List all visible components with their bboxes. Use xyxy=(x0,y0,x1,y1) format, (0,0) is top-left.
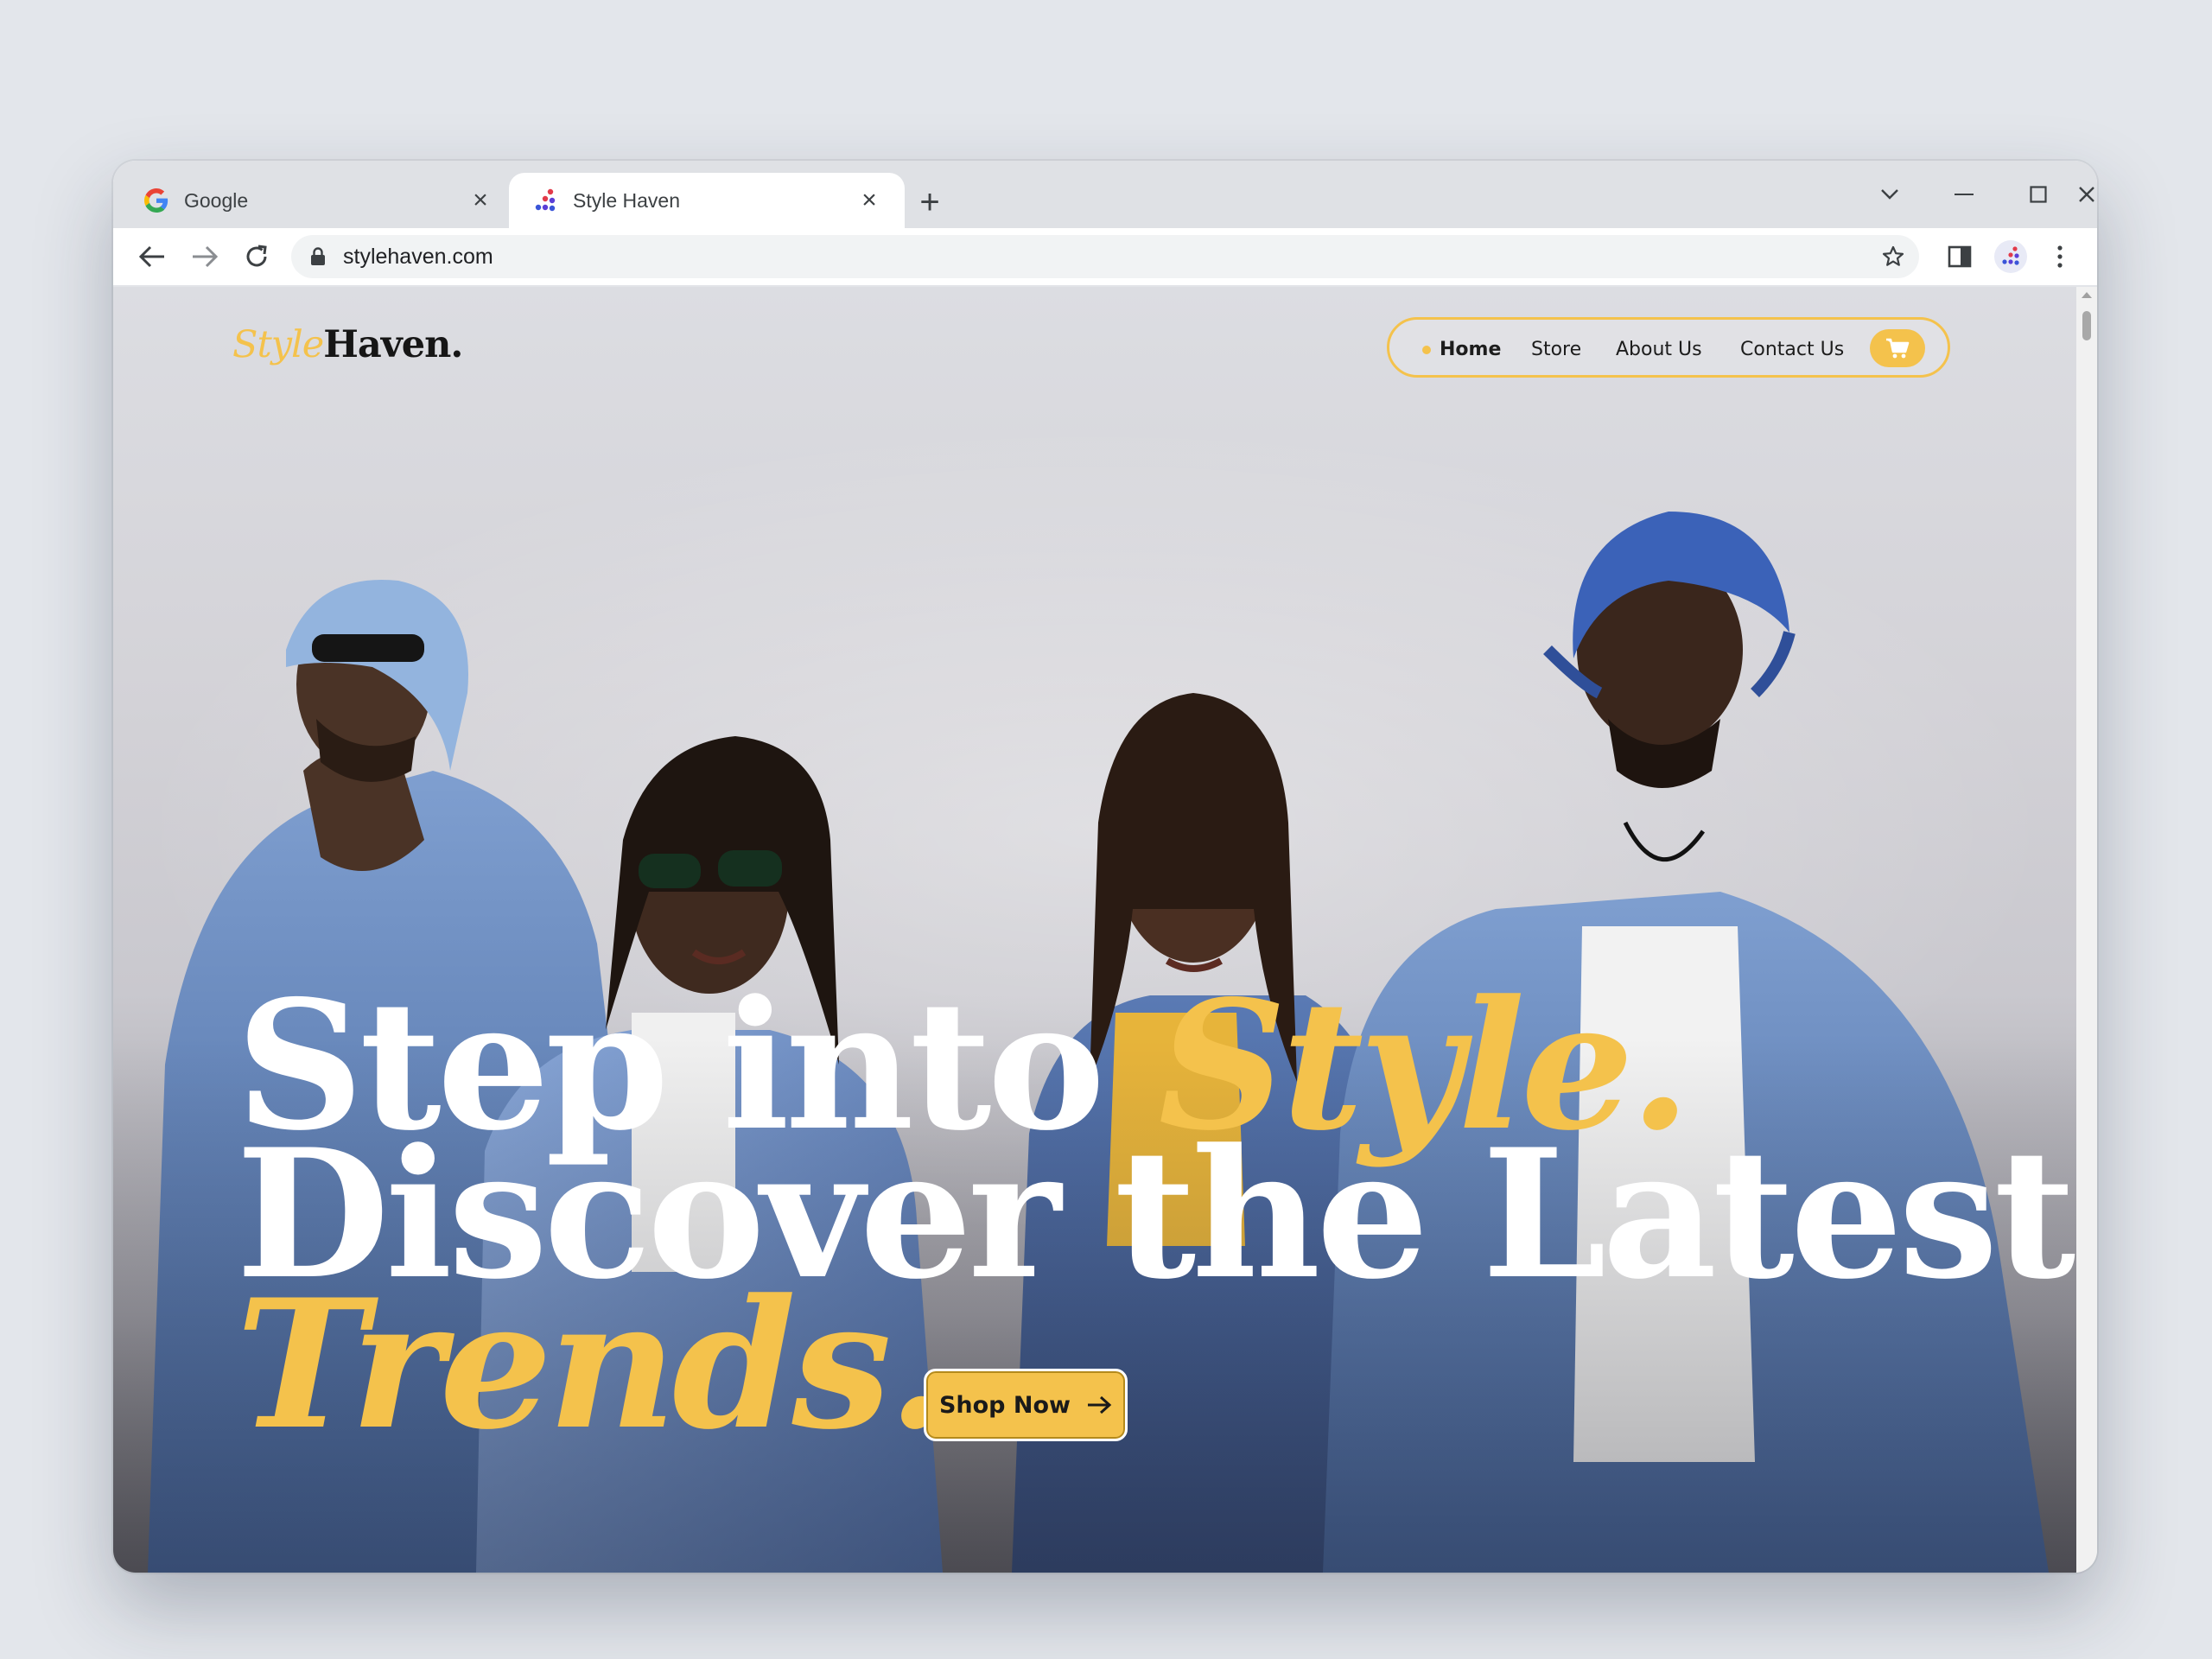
nav-contact-us[interactable]: Contact Us xyxy=(1740,339,1844,360)
browser-toolbar: stylehaven.com xyxy=(113,228,2097,287)
logo-style-text: Style xyxy=(232,323,324,366)
shop-now-label: Shop Now xyxy=(938,1391,1071,1419)
bookmark-star-icon[interactable] xyxy=(1881,245,1905,269)
browser-window: Google × Style Haven × + stylehaven.com … xyxy=(113,161,2097,1573)
back-arrow-icon[interactable] xyxy=(130,235,174,278)
site-logo[interactable]: StyleHaven. xyxy=(232,323,463,366)
close-tab-icon[interactable]: × xyxy=(467,186,493,214)
tab-title: Style Haven xyxy=(573,188,681,212)
tab-google[interactable]: Google × xyxy=(120,173,516,228)
active-indicator-dot xyxy=(1422,346,1431,354)
tab-search-chevron-icon[interactable] xyxy=(1855,173,1924,216)
shopping-cart-icon xyxy=(1886,338,1910,359)
google-g-icon xyxy=(143,187,170,214)
style-haven-dots-icon xyxy=(531,187,559,214)
nav-home[interactable]: Home xyxy=(1440,339,1501,360)
nav-store[interactable]: Store xyxy=(1531,339,1581,360)
minimize-icon[interactable] xyxy=(1929,173,1999,216)
more-menu-icon[interactable] xyxy=(2038,235,2082,278)
lock-icon xyxy=(308,245,327,268)
logo-haven-text: Haven. xyxy=(323,323,463,366)
shop-now-button[interactable]: Shop Now xyxy=(924,1369,1128,1441)
scrollbar-thumb[interactable] xyxy=(2082,311,2091,340)
hero-trends-word: Trends. xyxy=(236,1262,949,1469)
tab-strip: Google × Style Haven × + xyxy=(113,161,2097,228)
tab-style-haven[interactable]: Style Haven × xyxy=(509,173,905,228)
reload-icon[interactable] xyxy=(235,235,278,278)
arrow-right-icon xyxy=(1088,1395,1112,1414)
page-scrollbar[interactable] xyxy=(2076,287,2097,1573)
tab-title: Google xyxy=(184,188,249,212)
profile-avatar[interactable] xyxy=(1989,235,2032,278)
new-tab-button[interactable]: + xyxy=(911,183,949,221)
window-close-icon[interactable] xyxy=(2078,173,2095,216)
address-bar[interactable]: stylehaven.com xyxy=(291,235,1919,278)
side-panel-icon[interactable] xyxy=(1938,235,1981,278)
forward-arrow-icon[interactable] xyxy=(183,235,226,278)
nav-about-us[interactable]: About Us xyxy=(1616,339,1702,360)
cart-button[interactable] xyxy=(1870,329,1925,367)
maximize-icon[interactable] xyxy=(2004,173,2073,216)
close-tab-icon[interactable]: × xyxy=(856,186,882,214)
site-nav: Home Store About Us Contact Us xyxy=(1387,317,1950,378)
scroll-up-arrow-icon[interactable] xyxy=(2082,292,2092,298)
url-text: stylehaven.com xyxy=(343,244,493,269)
